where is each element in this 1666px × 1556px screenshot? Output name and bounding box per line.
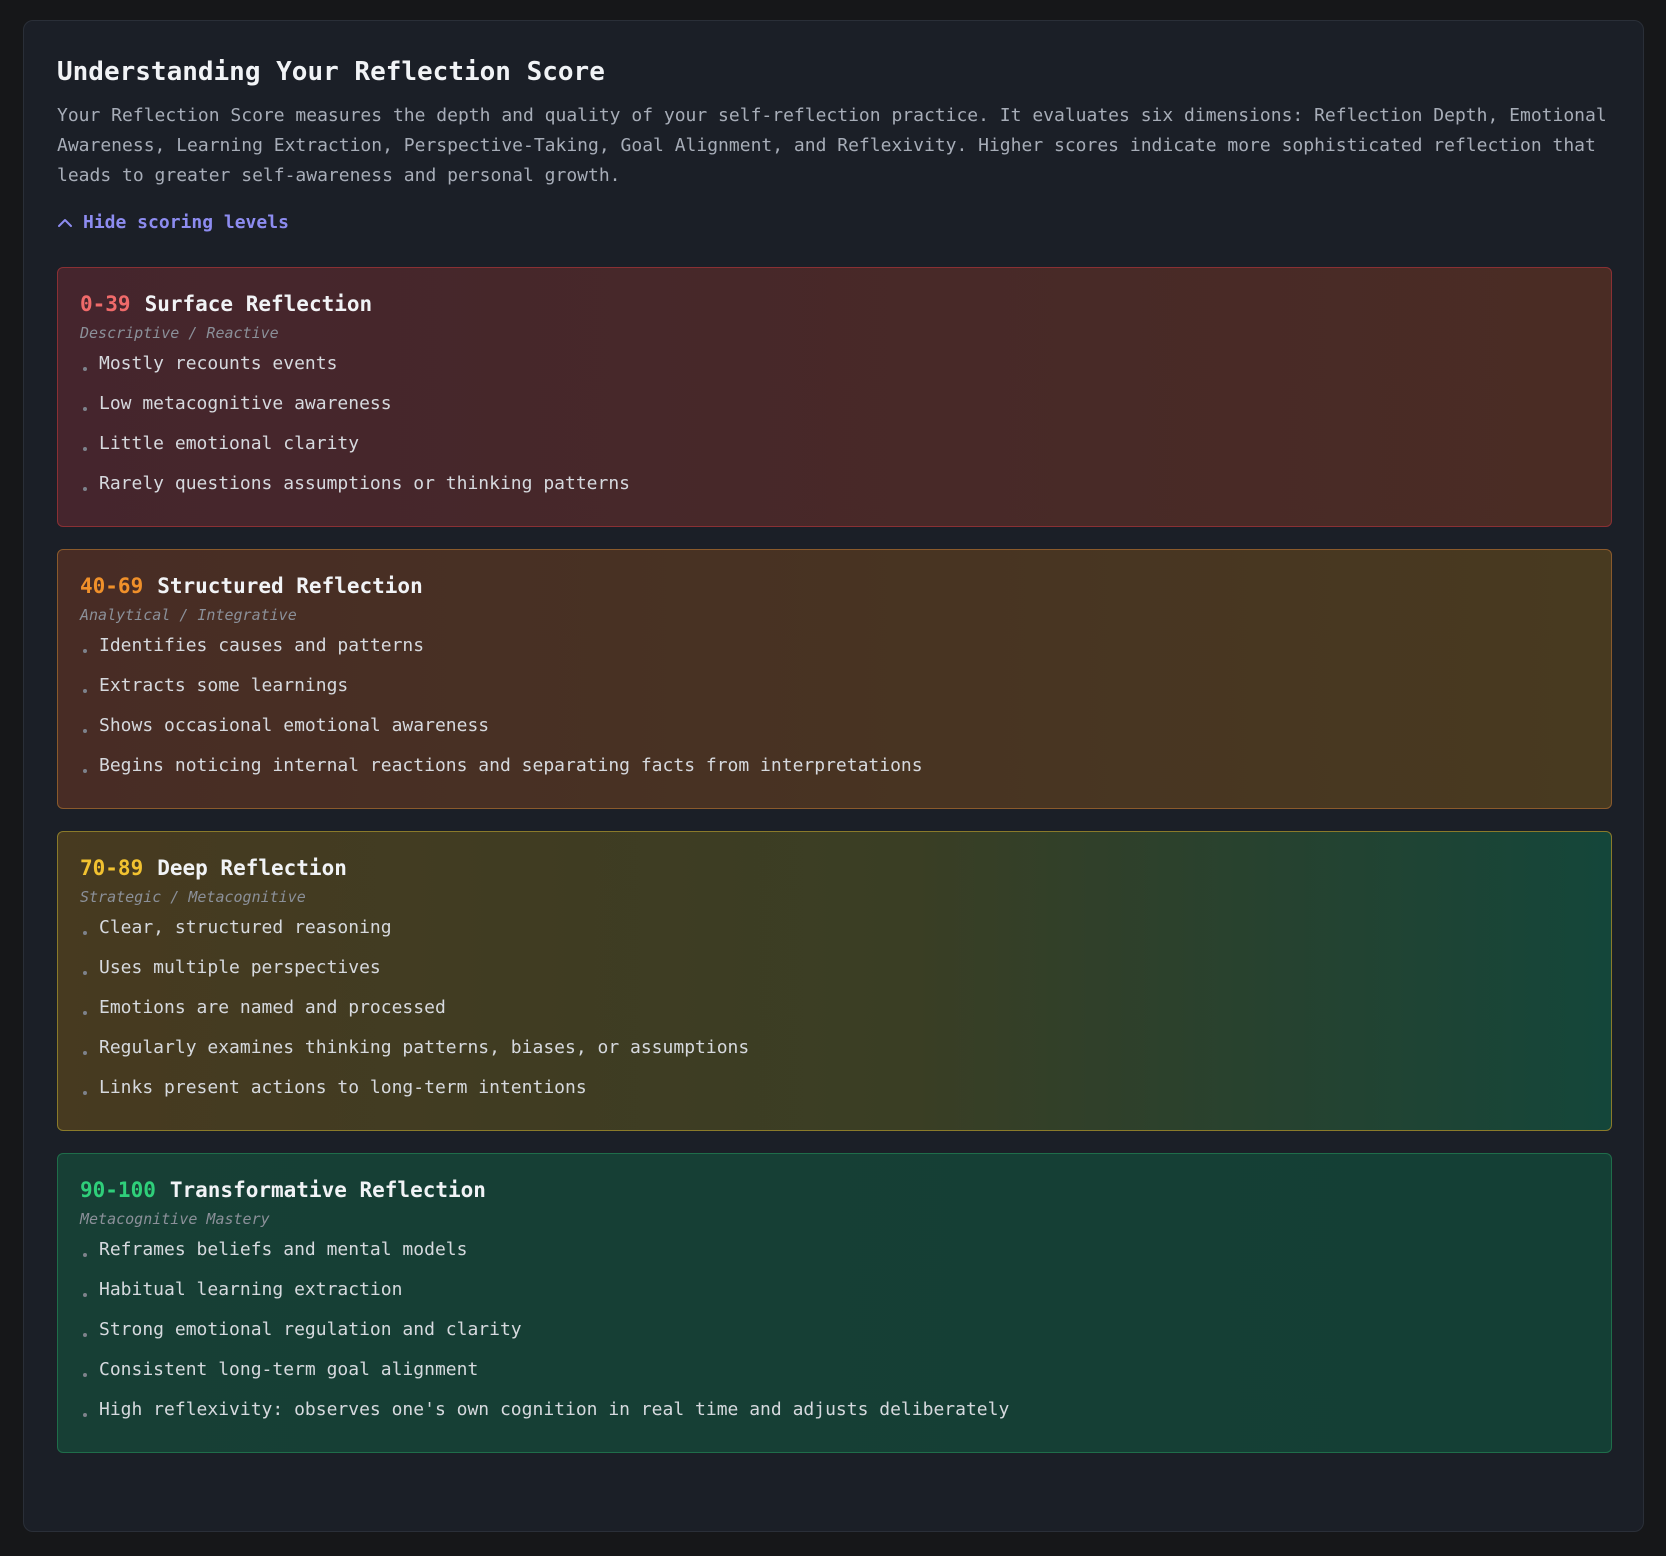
list-item: Habitual learning extraction xyxy=(80,1278,1589,1302)
bullet-icon xyxy=(83,1051,87,1055)
bullet-icon xyxy=(83,1333,87,1337)
level-card-transformative: 90-100 Transformative Reflection Metacog… xyxy=(57,1153,1612,1453)
list-item: High reflexivity: observes one's own cog… xyxy=(80,1398,1589,1422)
level-subtitle: Descriptive / Reactive xyxy=(80,324,279,342)
level-criteria-list: Reframes beliefs and mental models Habit… xyxy=(80,1238,1589,1422)
list-item-text: Low metacognitive awareness xyxy=(99,393,392,414)
level-range: 90-100 xyxy=(80,1178,156,1202)
list-item: Identifies causes and patterns xyxy=(80,634,1589,658)
level-subtitle: Metacognitive Mastery xyxy=(80,1210,270,1228)
list-item: Mostly recounts events xyxy=(80,352,1589,376)
list-item-text: Emotions are named and processed xyxy=(99,997,446,1018)
level-name: Structured Reflection xyxy=(157,574,423,598)
list-item-text: Little emotional clarity xyxy=(99,433,360,454)
level-card-surface: 0-39 Surface Reflection Descriptive / Re… xyxy=(57,267,1612,527)
list-item-text: Strong emotional regulation and clarity xyxy=(99,1319,522,1340)
list-item: Consistent long-term goal alignment xyxy=(80,1358,1589,1382)
level-subtitle: Strategic / Metacognitive xyxy=(80,888,306,906)
level-range: 40-69 xyxy=(80,574,144,598)
level-subtitle: Analytical / Integrative xyxy=(80,606,297,624)
bullet-icon xyxy=(83,1091,87,1095)
list-item-text: Shows occasional emotional awareness xyxy=(99,715,490,736)
list-item-text: Reframes beliefs and mental models xyxy=(99,1239,468,1260)
list-item-text: Rarely questions assumptions or thinking… xyxy=(99,473,631,494)
list-item-text: Mostly recounts events xyxy=(99,353,338,374)
list-item: Links present actions to long-term inten… xyxy=(80,1076,1589,1100)
hide-scoring-levels-toggle[interactable]: Hide scoring levels xyxy=(57,209,289,237)
list-item-text: Begins noticing internal reactions and s… xyxy=(99,755,923,776)
bullet-icon xyxy=(83,1373,87,1377)
level-range: 70-89 xyxy=(80,856,144,880)
bullet-icon xyxy=(83,971,87,975)
list-item-text: Habitual learning extraction xyxy=(99,1279,403,1300)
list-item-text: Extracts some learnings xyxy=(99,675,349,696)
level-header: 70-89 Deep Reflection xyxy=(80,854,1589,882)
list-item: Uses multiple perspectives xyxy=(80,956,1589,980)
level-card-structured: 40-69 Structured Reflection Analytical /… xyxy=(57,549,1612,809)
bullet-icon xyxy=(83,407,87,411)
chevron-up-icon xyxy=(57,218,73,228)
level-range: 0-39 xyxy=(80,292,131,316)
bullet-icon xyxy=(83,1011,87,1015)
bullet-icon xyxy=(83,1253,87,1257)
list-item-text: Consistent long-term goal alignment xyxy=(99,1359,479,1380)
list-item: Little emotional clarity xyxy=(80,432,1589,456)
bullet-icon xyxy=(83,487,87,491)
level-criteria-list: Clear, structured reasoning Uses multipl… xyxy=(80,916,1589,1100)
bullet-icon xyxy=(83,689,87,693)
bullet-icon xyxy=(83,729,87,733)
list-item-text: Clear, structured reasoning xyxy=(99,917,392,938)
bullet-icon xyxy=(83,367,87,371)
bullet-icon xyxy=(83,769,87,773)
bullet-icon xyxy=(83,1293,87,1297)
list-item: Regularly examines thinking patterns, bi… xyxy=(80,1036,1589,1060)
level-name: Deep Reflection xyxy=(157,856,347,880)
list-item: Reframes beliefs and mental models xyxy=(80,1238,1589,1262)
level-header: 40-69 Structured Reflection xyxy=(80,572,1589,600)
list-item-text: High reflexivity: observes one's own cog… xyxy=(99,1399,1010,1420)
level-header: 90-100 Transformative Reflection xyxy=(80,1176,1589,1204)
list-item-text: Identifies causes and patterns xyxy=(99,635,425,656)
list-item: Shows occasional emotional awareness xyxy=(80,714,1589,738)
list-item-text: Regularly examines thinking patterns, bi… xyxy=(99,1037,750,1058)
bullet-icon xyxy=(83,931,87,935)
panel-title: Understanding Your Reflection Score xyxy=(57,57,605,87)
list-item-text: Uses multiple perspectives xyxy=(99,957,381,978)
level-header: 0-39 Surface Reflection xyxy=(80,290,1589,318)
level-name: Transformative Reflection xyxy=(169,1178,486,1202)
list-item: Begins noticing internal reactions and s… xyxy=(80,754,1589,778)
level-criteria-list: Identifies causes and patterns Extracts … xyxy=(80,634,1589,778)
level-card-deep: 70-89 Deep Reflection Strategic / Metaco… xyxy=(57,831,1612,1131)
bullet-icon xyxy=(83,1413,87,1417)
list-item: Low metacognitive awareness xyxy=(80,392,1589,416)
panel-description: Your Reflection Score measures the depth… xyxy=(57,105,1607,186)
list-item-text: Links present actions to long-term inten… xyxy=(99,1077,587,1098)
toggle-label: Hide scoring levels xyxy=(83,212,289,233)
bullet-icon xyxy=(83,447,87,451)
list-item: Clear, structured reasoning xyxy=(80,916,1589,940)
level-name: Surface Reflection xyxy=(144,292,373,316)
bullet-icon xyxy=(83,649,87,653)
list-item: Emotions are named and processed xyxy=(80,996,1589,1020)
list-item: Extracts some learnings xyxy=(80,674,1589,698)
reflection-score-panel: Understanding Your Reflection Score Your… xyxy=(23,20,1644,1532)
list-item: Rarely questions assumptions or thinking… xyxy=(80,472,1589,496)
list-item: Strong emotional regulation and clarity xyxy=(80,1318,1589,1342)
level-criteria-list: Mostly recounts events Low metacognitive… xyxy=(80,352,1589,496)
